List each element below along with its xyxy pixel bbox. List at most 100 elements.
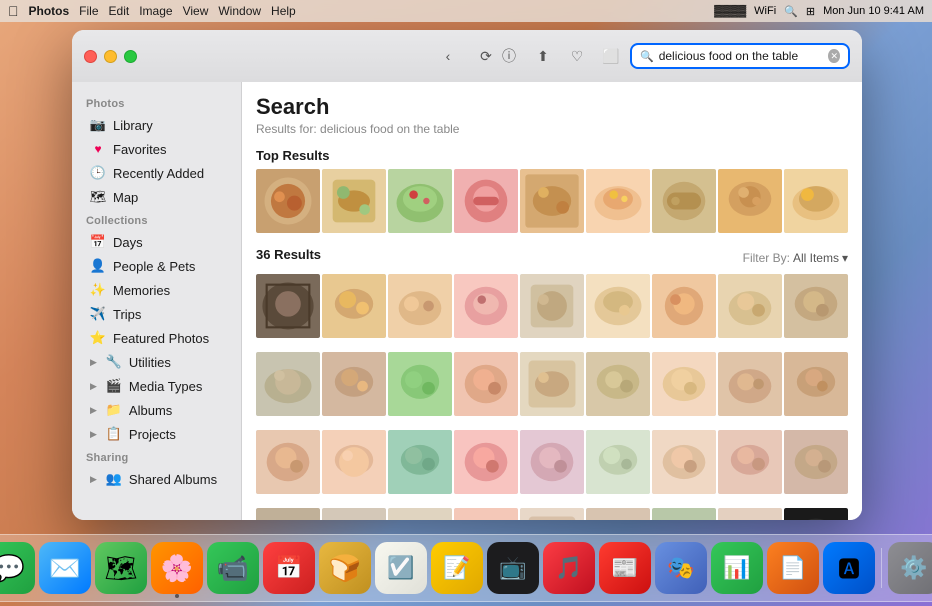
minimize-button[interactable] [104, 50, 117, 63]
favorite-button[interactable]: ♡ [562, 41, 592, 71]
table-row[interactable] [256, 352, 320, 416]
photo-area[interactable]: Search Results for: delicious food on th… [242, 82, 862, 520]
table-row[interactable] [388, 274, 452, 338]
dock-calendar[interactable]: 📅 [263, 542, 315, 594]
table-row[interactable] [454, 169, 518, 233]
dock-messages[interactable]: 💬 [0, 542, 35, 594]
table-row[interactable] [652, 508, 716, 520]
table-row[interactable] [520, 430, 584, 494]
table-row[interactable] [718, 169, 782, 233]
dock-maps[interactable]: 🗺 [95, 542, 147, 594]
expand-projects-icon: ▶ [90, 429, 97, 440]
dock-bread[interactable]: 🍞 [319, 542, 371, 594]
sidebar-item-utilities[interactable]: ▶ 🔧 Utilities [76, 350, 237, 374]
sidebar-item-people-pets[interactable]: 👤 People & Pets [76, 254, 237, 278]
dock-appletv[interactable]: 📺 [487, 542, 539, 594]
table-row[interactable] [520, 274, 584, 338]
table-row[interactable] [454, 430, 518, 494]
table-row[interactable] [322, 430, 386, 494]
fullscreen-button[interactable] [124, 50, 137, 63]
dock-syspreferences[interactable]: ⚙️ [888, 542, 932, 594]
sidebar-item-recently-added[interactable]: 🕒 Recently Added [76, 161, 237, 185]
search-clear-button[interactable]: ✕ [828, 49, 840, 63]
control-center-icon[interactable]: ⊞ [806, 5, 815, 18]
table-row[interactable] [718, 430, 782, 494]
menu-window[interactable]: Window [218, 4, 261, 18]
table-row[interactable] [454, 508, 518, 520]
crop-button[interactable]: ⬜ [596, 41, 626, 71]
all-results-grid-row4 [256, 508, 848, 520]
table-row[interactable] [454, 352, 518, 416]
table-row[interactable] [388, 352, 452, 416]
table-row[interactable] [322, 508, 386, 520]
app-menu-photos[interactable]: Photos [29, 4, 70, 18]
dock-news[interactable]: 📰 [599, 542, 651, 594]
sidebar-item-memories[interactable]: ✨ Memories [76, 278, 237, 302]
dock-keynote[interactable]: 🎭 [655, 542, 707, 594]
sidebar-item-trips[interactable]: ✈️ Trips [76, 302, 237, 326]
table-row[interactable] [718, 274, 782, 338]
table-row[interactable] [586, 430, 650, 494]
table-row[interactable] [256, 430, 320, 494]
filter-button[interactable]: Filter By: All Items ▾ [743, 251, 848, 265]
table-row[interactable] [652, 169, 716, 233]
sidebar-item-favorites[interactable]: ♥ Favorites [76, 137, 237, 161]
table-row[interactable] [388, 169, 452, 233]
sidebar-item-featured[interactable]: ⭐ Featured Photos [76, 326, 237, 350]
sidebar-item-albums[interactable]: ▶ 📁 Albums [76, 398, 237, 422]
menu-image[interactable]: Image [139, 4, 172, 18]
dock-photos[interactable]: 🌸 [151, 542, 203, 594]
dock-pages[interactable]: 📄 [767, 542, 819, 594]
table-row[interactable] [784, 430, 848, 494]
table-row[interactable] [718, 352, 782, 416]
sidebar-item-map[interactable]: 🗺 Map [76, 185, 237, 209]
table-row[interactable] [586, 169, 650, 233]
table-row[interactable] [520, 169, 584, 233]
search-input[interactable] [659, 49, 824, 63]
dock-music[interactable]: 🎵 [543, 542, 595, 594]
sidebar-item-projects[interactable]: ▶ 📋 Projects [76, 422, 237, 446]
menu-file[interactable]: File [79, 4, 98, 18]
dock-facetime[interactable]: 📹 [207, 542, 259, 594]
table-row[interactable] [256, 508, 320, 520]
table-row[interactable] [586, 508, 650, 520]
dock-reminders[interactable]: ☑️ [375, 542, 427, 594]
table-row[interactable] [586, 352, 650, 416]
table-row[interactable] [388, 430, 452, 494]
back-button[interactable]: ‹ [435, 43, 461, 69]
sidebar-item-shared-albums[interactable]: ▶ 👥 Shared Albums [76, 467, 237, 491]
table-row[interactable] [586, 274, 650, 338]
table-row[interactable] [652, 352, 716, 416]
close-button[interactable] [84, 50, 97, 63]
table-row[interactable] [322, 352, 386, 416]
table-row[interactable] [520, 508, 584, 520]
share-button[interactable]: ⬆ [528, 41, 558, 71]
table-row[interactable] [520, 352, 584, 416]
table-row[interactable] [652, 430, 716, 494]
search-menubar-icon[interactable]: 🔍 [784, 5, 798, 18]
sidebar-item-library[interactable]: 📷 Library [76, 113, 237, 137]
table-row[interactable] [388, 508, 452, 520]
table-row[interactable] [322, 169, 386, 233]
info-button[interactable]: ⓘ [494, 41, 524, 71]
dock-appstore[interactable]: 🅰 [823, 542, 875, 594]
menu-help[interactable]: Help [271, 4, 296, 18]
table-row[interactable] [784, 352, 848, 416]
table-row[interactable] [784, 508, 848, 520]
dock-mail[interactable]: ✉️ [39, 542, 91, 594]
dock-notes[interactable]: 📝 [431, 542, 483, 594]
apple-menu[interactable]:  [8, 3, 19, 19]
table-row[interactable] [256, 274, 320, 338]
table-row[interactable] [718, 508, 782, 520]
table-row[interactable] [256, 169, 320, 233]
dock-numbers[interactable]: 📊 [711, 542, 763, 594]
sidebar-item-days[interactable]: 📅 Days [76, 230, 237, 254]
table-row[interactable] [784, 169, 848, 233]
sidebar-item-media-types[interactable]: ▶ 🎬 Media Types [76, 374, 237, 398]
table-row[interactable] [454, 274, 518, 338]
menu-view[interactable]: View [183, 4, 209, 18]
table-row[interactable] [322, 274, 386, 338]
table-row[interactable] [784, 274, 848, 338]
table-row[interactable] [652, 274, 716, 338]
menu-edit[interactable]: Edit [109, 4, 130, 18]
